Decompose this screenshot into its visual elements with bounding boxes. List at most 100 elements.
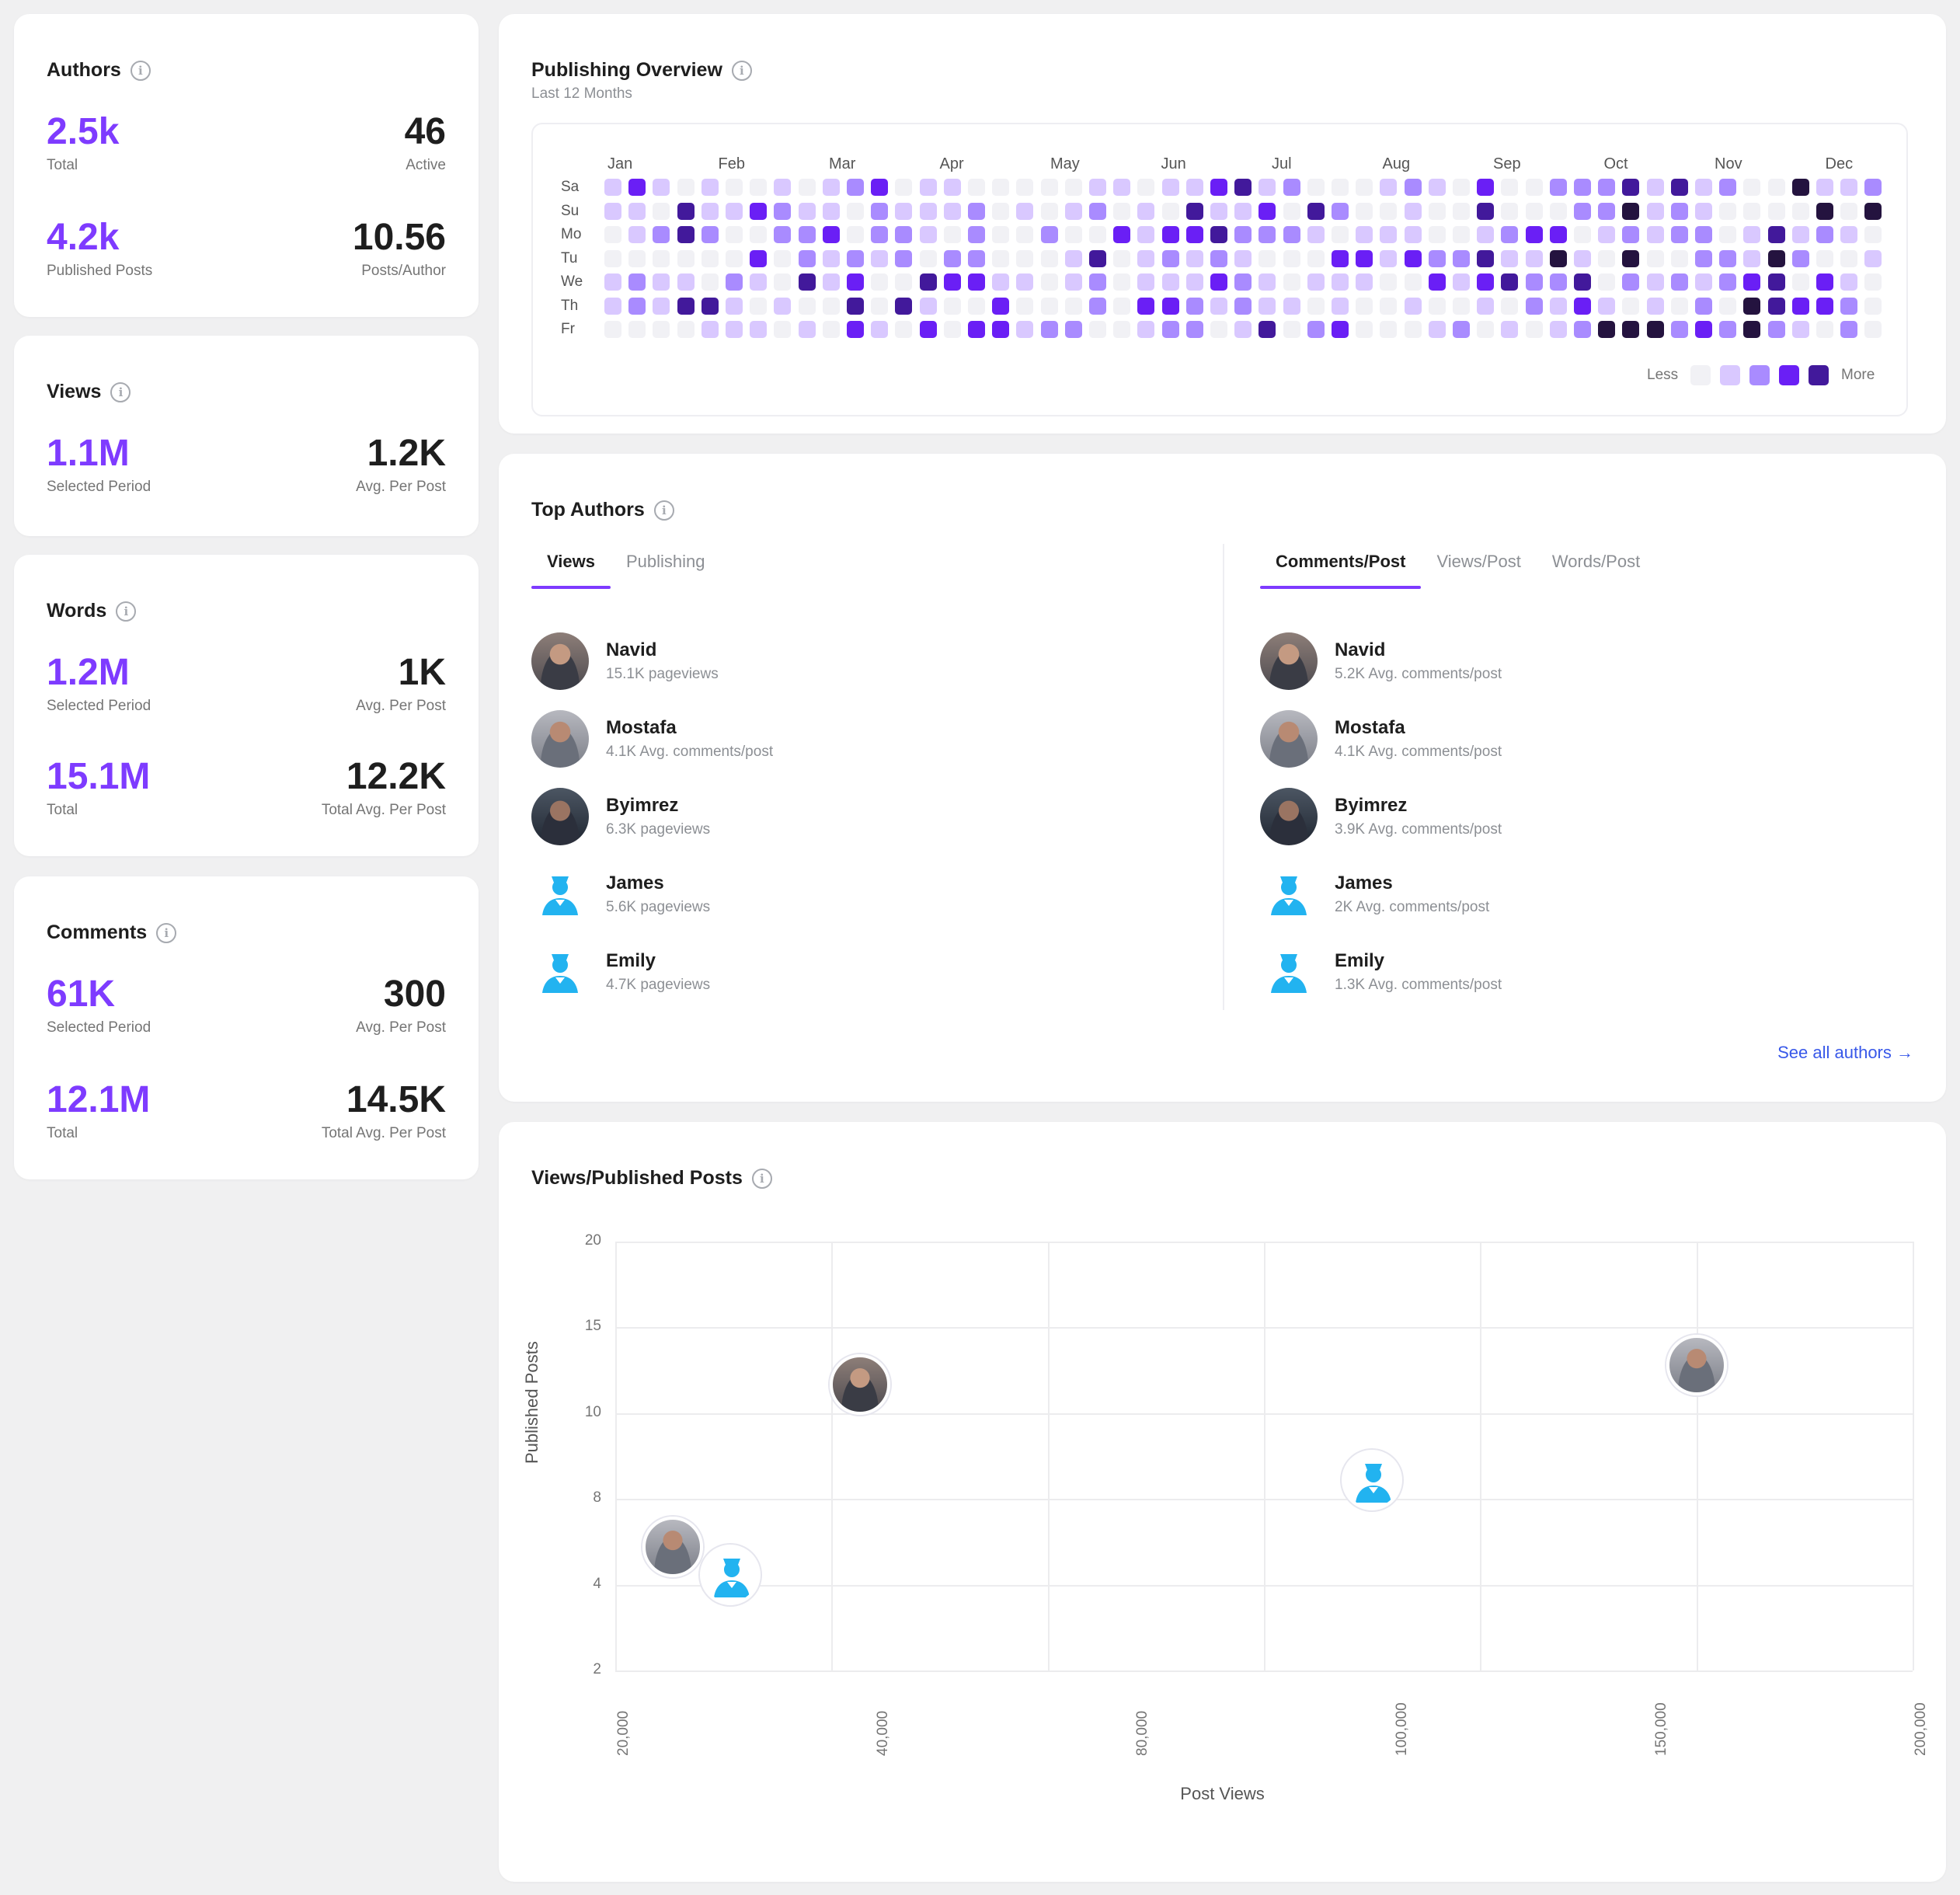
heatmap-cell[interactable]: [1404, 249, 1422, 267]
heatmap-cell[interactable]: [1598, 226, 1616, 243]
heatmap-cell[interactable]: [1791, 179, 1809, 196]
tab-views-post[interactable]: Views/Post: [1421, 545, 1536, 589]
heatmap-cell[interactable]: [774, 249, 792, 267]
heatmap-cell[interactable]: [895, 226, 913, 243]
heatmap-cell[interactable]: [1234, 249, 1252, 267]
heatmap-cell[interactable]: [1089, 321, 1106, 338]
heatmap-cell[interactable]: [798, 321, 816, 338]
heatmap-cell[interactable]: [1670, 226, 1688, 243]
heatmap-cell[interactable]: [1574, 202, 1591, 220]
heatmap-cell[interactable]: [1622, 297, 1640, 315]
heatmap-cell[interactable]: [604, 321, 621, 338]
heatmap-cell[interactable]: [1113, 226, 1131, 243]
heatmap-cell[interactable]: [1283, 273, 1300, 291]
heatmap-cell[interactable]: [1598, 179, 1616, 196]
author-name[interactable]: Emily: [1335, 950, 1502, 972]
heatmap-cell[interactable]: [1574, 226, 1591, 243]
heatmap-cell[interactable]: [895, 321, 913, 338]
heatmap-cell[interactable]: [1210, 202, 1227, 220]
info-icon[interactable]: i: [731, 60, 752, 81]
heatmap-cell[interactable]: [1549, 297, 1567, 315]
heatmap-cell[interactable]: [1598, 249, 1616, 267]
heatmap-cell[interactable]: [1525, 249, 1543, 267]
heatmap-cell[interactable]: [1064, 179, 1082, 196]
heatmap-cell[interactable]: [1356, 226, 1373, 243]
heatmap-cell[interactable]: [1670, 249, 1688, 267]
heatmap-cell[interactable]: [1840, 273, 1858, 291]
heatmap-cell[interactable]: [1259, 321, 1276, 338]
heatmap-cell[interactable]: [750, 297, 768, 315]
heatmap-cell[interactable]: [1453, 297, 1470, 315]
heatmap-cell[interactable]: [847, 321, 864, 338]
heatmap-cell[interactable]: [1791, 273, 1809, 291]
heatmap-cell[interactable]: [653, 273, 670, 291]
heatmap-cell[interactable]: [919, 179, 937, 196]
heatmap-cell[interactable]: [1234, 321, 1252, 338]
heatmap-cell[interactable]: [1622, 321, 1640, 338]
heatmap-cell[interactable]: [943, 202, 961, 220]
heatmap-cell[interactable]: [750, 321, 768, 338]
heatmap-cell[interactable]: [726, 321, 743, 338]
heatmap-cell[interactable]: [1064, 249, 1082, 267]
heatmap-cell[interactable]: [1501, 321, 1519, 338]
heatmap-cell[interactable]: [604, 297, 621, 315]
heatmap-cell[interactable]: [1864, 297, 1882, 315]
heatmap-cell[interactable]: [1283, 297, 1300, 315]
info-icon[interactable]: i: [116, 601, 137, 622]
heatmap-cell[interactable]: [992, 297, 1010, 315]
heatmap-cell[interactable]: [1283, 321, 1300, 338]
heatmap-cell[interactable]: [1428, 226, 1446, 243]
heatmap-cell[interactable]: [1016, 273, 1034, 291]
heatmap-cell[interactable]: [653, 202, 670, 220]
heatmap-cell[interactable]: [1234, 179, 1252, 196]
heatmap-cell[interactable]: [1064, 273, 1082, 291]
heatmap-cell[interactable]: [1137, 226, 1155, 243]
heatmap-cell[interactable]: [822, 179, 840, 196]
heatmap-cell[interactable]: [726, 249, 743, 267]
heatmap-cell[interactable]: [1816, 297, 1833, 315]
info-icon[interactable]: i: [110, 381, 131, 402]
info-icon[interactable]: i: [156, 922, 177, 943]
heatmap-cell[interactable]: [604, 179, 621, 196]
heatmap-cell[interactable]: [1307, 179, 1325, 196]
heatmap-cell[interactable]: [871, 249, 889, 267]
heatmap-cell[interactable]: [1161, 297, 1179, 315]
heatmap-cell[interactable]: [1161, 226, 1179, 243]
heatmap-cell[interactable]: [847, 202, 864, 220]
heatmap-cell[interactable]: [1549, 249, 1567, 267]
heatmap-cell[interactable]: [701, 179, 719, 196]
heatmap-cell[interactable]: [1840, 226, 1858, 243]
heatmap-cell[interactable]: [1307, 249, 1325, 267]
scatter-point[interactable]: [1666, 1335, 1727, 1396]
heatmap-cell[interactable]: [1816, 202, 1833, 220]
heatmap-cell[interactable]: [1791, 297, 1809, 315]
heatmap-cell[interactable]: [1113, 202, 1131, 220]
heatmap-cell[interactable]: [1840, 297, 1858, 315]
author-list-item[interactable]: Navid 15.1K pageviews: [531, 631, 719, 691]
heatmap-cell[interactable]: [1089, 249, 1106, 267]
heatmap-cell[interactable]: [1161, 179, 1179, 196]
heatmap-cell[interactable]: [871, 179, 889, 196]
author-name[interactable]: Byimrez: [606, 795, 710, 817]
heatmap-cell[interactable]: [1646, 321, 1664, 338]
heatmap-cell[interactable]: [1719, 297, 1737, 315]
heatmap-cell[interactable]: [1307, 321, 1325, 338]
heatmap-cell[interactable]: [871, 297, 889, 315]
heatmap-cell[interactable]: [1598, 297, 1616, 315]
heatmap-cell[interactable]: [798, 297, 816, 315]
heatmap-cell[interactable]: [628, 249, 646, 267]
heatmap-cell[interactable]: [1477, 179, 1495, 196]
heatmap-cell[interactable]: [1840, 249, 1858, 267]
heatmap-cell[interactable]: [1113, 321, 1131, 338]
heatmap-cell[interactable]: [1864, 226, 1882, 243]
tab-views[interactable]: Views: [531, 545, 611, 589]
heatmap-cell[interactable]: [1864, 249, 1882, 267]
heatmap-cell[interactable]: [677, 297, 695, 315]
author-list-item[interactable]: Emily 4.7K pageviews: [531, 942, 710, 1002]
heatmap-cell[interactable]: [1161, 249, 1179, 267]
heatmap-cell[interactable]: [1453, 226, 1470, 243]
heatmap-cell[interactable]: [1574, 321, 1591, 338]
heatmap-cell[interactable]: [1477, 202, 1495, 220]
heatmap-cell[interactable]: [1695, 273, 1712, 291]
heatmap-cell[interactable]: [1840, 321, 1858, 338]
